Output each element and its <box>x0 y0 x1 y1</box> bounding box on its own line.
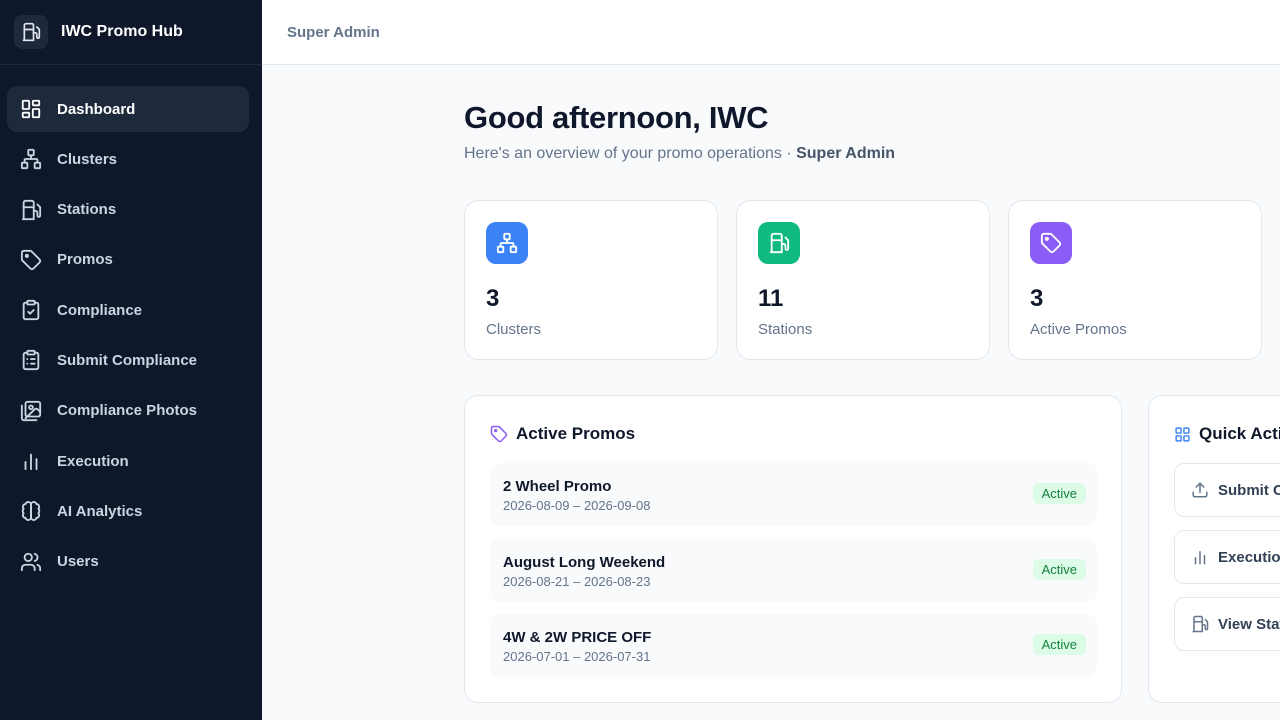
status-badge: Active <box>1032 483 1086 504</box>
promo-dates: 2026-08-21 – 2026-08-23 <box>503 574 651 589</box>
sidebar-item-label: Submit Compliance <box>57 351 198 369</box>
sidebar-item-users[interactable]: Users <box>7 539 249 585</box>
fuel-pump-icon <box>758 222 800 264</box>
quick-action-label: Execution <box>1218 548 1280 566</box>
sidebar-item-compliance[interactable]: Compliance <box>7 287 249 333</box>
stat-value: 3 <box>486 285 500 312</box>
promo-dates: 2026-07-01 – 2026-07-31 <box>503 649 651 664</box>
sidebar-item-label: Promos <box>57 251 113 269</box>
sidebar-item-dashboard[interactable]: Dashboard <box>7 86 249 132</box>
user-role-label: Super Admin <box>287 23 380 41</box>
status-badge: Active <box>1032 634 1086 655</box>
quick-action-label: Submit C <box>1218 481 1280 499</box>
brain-icon <box>19 499 43 523</box>
quick-actions-panel: Quick Acti Submit C Execution View Stat <box>1148 395 1280 703</box>
brand[interactable]: IWC Promo Hub <box>0 0 262 65</box>
images-icon <box>19 399 43 423</box>
sidebar-item-label: Compliance <box>57 301 143 319</box>
bar-chart-icon <box>19 449 43 473</box>
fuel-pump-icon <box>19 198 43 222</box>
promo-name: 2 Wheel Promo <box>503 478 612 495</box>
list-item[interactable]: 4W & 2W PRICE OFF 2026-07-01 – 2026-07-3… <box>490 614 1097 677</box>
tag-icon <box>1030 222 1072 264</box>
sidebar-item-label: AI Analytics <box>57 502 143 520</box>
sidebar-item-compliance-photos[interactable]: Compliance Photos <box>7 388 249 434</box>
upload-icon <box>1191 481 1209 499</box>
sidebar-item-execution[interactable]: Execution <box>7 438 249 484</box>
page-title: Good afternoon, IWC <box>464 100 769 135</box>
stat-card-clusters[interactable]: 3 Clusters <box>464 200 718 360</box>
clipboard-list-icon <box>19 348 43 372</box>
sidebar-item-promos[interactable]: Promos <box>7 237 249 283</box>
cluster-icon <box>486 222 528 264</box>
dashboard-icon <box>1174 426 1191 443</box>
status-badge: Active <box>1032 559 1086 580</box>
sidebar-item-label: Execution <box>57 452 129 470</box>
active-promos-panel: Active Promos 2 Wheel Promo 2026-08-09 –… <box>464 395 1122 703</box>
quick-action-view-stations-button[interactable]: View Stat <box>1174 597 1280 651</box>
subtitle-role: Super Admin <box>796 145 896 162</box>
stat-label: Active Promos <box>1030 321 1127 338</box>
clipboard-check-icon <box>19 298 43 322</box>
app-title: IWC Promo Hub <box>61 23 183 40</box>
sidebar: IWC Promo Hub Dashboard Clusters Station… <box>0 0 262 720</box>
panel-title-text: Quick Acti <box>1199 424 1280 443</box>
fuel-pump-icon <box>14 15 48 49</box>
list-item[interactable]: August Long Weekend 2026-08-21 – 2026-08… <box>490 539 1097 602</box>
stat-label: Stations <box>758 321 813 338</box>
stat-label: Clusters <box>486 321 542 338</box>
page-subtitle: Here's an overview of your promo operati… <box>464 145 895 163</box>
sidebar-item-clusters[interactable]: Clusters <box>7 136 249 182</box>
stat-card-stations[interactable]: 11 Stations <box>736 200 990 360</box>
quick-action-execution-button[interactable]: Execution <box>1174 530 1280 584</box>
sidebar-item-ai-analytics[interactable]: AI Analytics <box>7 488 249 534</box>
sidebar-item-submit-compliance[interactable]: Submit Compliance <box>7 337 249 383</box>
quick-action-label: View Stat <box>1218 615 1280 633</box>
subtitle-text: Here's an overview of your promo operati… <box>464 145 797 162</box>
tag-icon <box>490 425 508 443</box>
tag-icon <box>19 248 43 272</box>
sidebar-item-label: Stations <box>57 201 117 219</box>
cluster-icon <box>19 147 43 171</box>
promo-name: 4W & 2W PRICE OFF <box>503 629 652 646</box>
stat-card-active-promos[interactable]: 3 Active Promos <box>1008 200 1262 360</box>
quick-action-submit-button[interactable]: Submit C <box>1174 463 1280 517</box>
users-icon <box>19 550 43 574</box>
stat-value: 11 <box>758 285 784 312</box>
panel-title: Active Promos <box>490 424 635 444</box>
sidebar-item-label: Users <box>57 553 99 571</box>
fuel-pump-icon <box>1191 615 1209 633</box>
panel-title-text: Active Promos <box>516 424 636 443</box>
stat-value: 3 <box>1030 285 1044 312</box>
sidebar-item-label: Clusters <box>57 150 118 168</box>
sidebar-item-label: Compliance Photos <box>57 402 198 420</box>
top-bar: Super Admin <box>262 0 1280 65</box>
list-item[interactable]: 2 Wheel Promo 2026-08-09 – 2026-09-08 Ac… <box>490 463 1097 526</box>
promo-name: August Long Weekend <box>503 554 666 571</box>
sidebar-nav: Dashboard Clusters Stations Promos Compl… <box>0 65 262 585</box>
bar-chart-icon <box>1191 548 1209 566</box>
dashboard-icon <box>19 97 43 121</box>
sidebar-item-stations[interactable]: Stations <box>7 187 249 233</box>
promo-dates: 2026-08-09 – 2026-09-08 <box>503 498 651 513</box>
sidebar-item-label: Dashboard <box>57 100 136 118</box>
panel-title: Quick Acti <box>1174 424 1280 444</box>
